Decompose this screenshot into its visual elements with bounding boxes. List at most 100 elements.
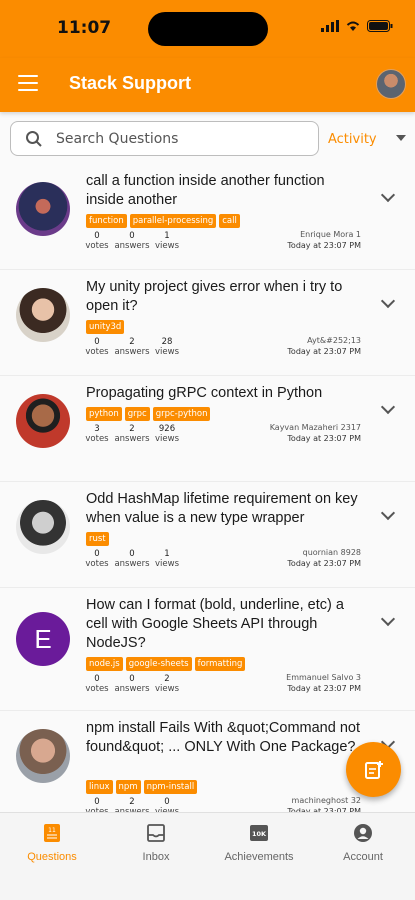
- chevron-down-icon[interactable]: [380, 611, 396, 627]
- answers-stat: 0 answers: [114, 231, 150, 251]
- achievements-icon: 10K: [250, 825, 268, 841]
- views-stat: 2 views: [155, 674, 180, 694]
- tag-chip[interactable]: grpc: [124, 407, 150, 421]
- nav-label-achievements: Achievements: [224, 851, 294, 863]
- question-author[interactable]: quornian 8928: [303, 548, 361, 557]
- question-item[interactable]: Propagating gRPC context in Python python…: [0, 376, 415, 482]
- chevron-down-icon[interactable]: [380, 187, 396, 203]
- votes-count: 0: [94, 337, 100, 347]
- question-author[interactable]: machineghost 32: [292, 796, 361, 805]
- views-stat: 926 views: [155, 424, 179, 444]
- question-author-avatar[interactable]: E: [16, 612, 70, 666]
- question-title[interactable]: Odd HashMap lifetime requirement on key …: [86, 490, 366, 528]
- tag-chip[interactable]: formatting: [194, 657, 246, 671]
- question-author[interactable]: Enrique Mora 1: [300, 230, 361, 239]
- tag-chip[interactable]: node.js: [86, 657, 123, 671]
- search-input[interactable]: [56, 127, 306, 151]
- question-author[interactable]: Kayvan Mazaheri 2317: [270, 423, 361, 432]
- nav-label-account: Account: [343, 851, 383, 863]
- search-box[interactable]: [10, 121, 319, 156]
- tag-chip[interactable]: function: [86, 214, 127, 228]
- status-icons: [321, 20, 393, 32]
- tag-chip[interactable]: rust: [86, 532, 109, 546]
- app-title: Stack Support: [69, 73, 192, 93]
- question-title[interactable]: How can I format (bold, underline, etc) …: [86, 596, 366, 653]
- answers-stat: 2 answers: [114, 337, 149, 357]
- new-question-button[interactable]: [346, 742, 401, 797]
- question-title[interactable]: Propagating gRPC context in Python: [86, 384, 366, 403]
- tag-chip[interactable]: google-sheets: [125, 657, 192, 671]
- answers-stat: 2 answers: [114, 424, 150, 444]
- views-count: 926: [158, 424, 176, 434]
- answers-label: answers: [114, 434, 150, 444]
- question-stats: 0 votes 0 answers 1 views: [85, 231, 180, 251]
- question-date: Today at 23:07 PM: [287, 347, 361, 356]
- question-author-avatar[interactable]: [16, 729, 70, 783]
- question-stats: 3 votes 2 answers 926 views: [85, 424, 179, 444]
- answers-stat: 2 answers: [114, 797, 149, 812]
- tag-chip[interactable]: npm: [115, 780, 141, 794]
- views-label: views: [155, 241, 180, 251]
- tag-chip[interactable]: unity3d: [86, 320, 125, 334]
- question-author-avatar[interactable]: [16, 288, 70, 342]
- question-author-avatar[interactable]: [16, 394, 70, 448]
- app-bar: Stack Support: [0, 58, 415, 112]
- views-label: views: [155, 559, 180, 569]
- question-author-avatar[interactable]: [16, 500, 70, 554]
- votes-stat: 0 votes: [85, 674, 109, 694]
- question-item[interactable]: Odd HashMap lifetime requirement on key …: [0, 482, 415, 588]
- votes-count: 0: [94, 797, 100, 807]
- views-count: 1: [164, 231, 170, 241]
- question-tags: node.js google-sheets formatting: [86, 657, 246, 671]
- votes-count: 3: [94, 424, 100, 434]
- question-item[interactable]: call a function inside another function …: [0, 164, 415, 270]
- search-icon: [26, 131, 42, 147]
- question-item[interactable]: E How can I format (bold, underline, etc)…: [0, 588, 415, 711]
- question-title[interactable]: My unity project gives error when i try …: [86, 278, 366, 316]
- tag-chip[interactable]: grpc-python: [152, 407, 211, 421]
- nav-tab-questions[interactable]: 11 Questions: [7, 823, 97, 863]
- nav-tab-inbox[interactable]: Inbox: [111, 823, 201, 863]
- votes-count: 0: [94, 231, 100, 241]
- tag-chip[interactable]: linux: [86, 780, 113, 794]
- views-label: views: [155, 347, 180, 357]
- votes-count: 0: [94, 549, 100, 559]
- svg-text:11: 11: [48, 827, 56, 834]
- battery-icon: [367, 20, 393, 32]
- tag-chip[interactable]: parallel-processing: [129, 214, 217, 228]
- nav-tab-account[interactable]: Account: [318, 823, 408, 863]
- votes-label: votes: [85, 559, 109, 569]
- question-author-avatar[interactable]: [16, 182, 70, 236]
- camera-notch: [148, 12, 268, 46]
- filter-label: Activity: [328, 131, 377, 147]
- chevron-down-icon[interactable]: [380, 293, 396, 309]
- nav-tab-achievements[interactable]: 10K Achievements: [214, 823, 304, 863]
- question-stats: 0 votes 2 answers 28 views: [85, 337, 180, 357]
- chevron-down-icon[interactable]: [380, 399, 396, 415]
- dropdown-arrow-icon: [396, 135, 406, 141]
- tag-chip[interactable]: python: [86, 407, 122, 421]
- questions-icon: 11: [44, 824, 60, 842]
- question-author[interactable]: Ayt&#252;13: [307, 336, 361, 345]
- answers-count: 0: [129, 231, 135, 241]
- status-bar: 11:07: [0, 0, 415, 58]
- question-title[interactable]: npm install Fails With &quot;Command not…: [86, 719, 366, 757]
- filter-dropdown[interactable]: Activity: [328, 128, 406, 150]
- chevron-down-icon[interactable]: [380, 505, 396, 521]
- tag-chip[interactable]: npm-install: [143, 780, 198, 794]
- answers-label: answers: [114, 241, 150, 251]
- tag-chip[interactable]: call: [219, 214, 240, 228]
- question-author[interactable]: Emmanuel Salvo 3: [286, 673, 361, 682]
- votes-label: votes: [85, 434, 109, 444]
- question-item[interactable]: My unity project gives error when i try …: [0, 270, 415, 376]
- question-title[interactable]: call a function inside another function …: [86, 172, 366, 210]
- user-avatar[interactable]: [376, 69, 406, 99]
- new-post-icon: [364, 760, 383, 779]
- hamburger-menu-icon[interactable]: [18, 75, 38, 91]
- views-label: views: [155, 684, 180, 694]
- votes-label: votes: [85, 241, 109, 251]
- question-tags: linux npm npm-install: [86, 780, 198, 794]
- views-stat: 0 views: [155, 797, 179, 812]
- question-tags: unity3d: [86, 320, 125, 334]
- votes-label: votes: [85, 684, 109, 694]
